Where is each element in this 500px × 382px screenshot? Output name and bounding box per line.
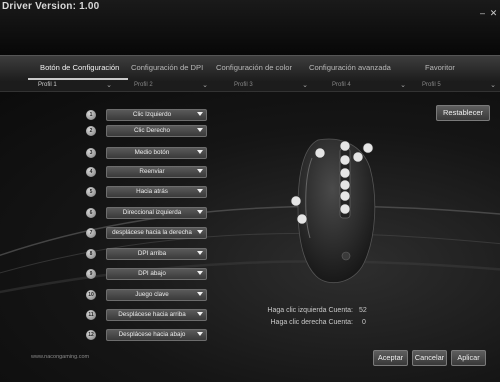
cancel-button[interactable]: Cancelar bbox=[412, 350, 447, 366]
profile-tab-5[interactable]: Profil 5 ⌄ bbox=[408, 82, 496, 91]
apply-button[interactable]: Aplicar bbox=[451, 350, 486, 366]
reset-button[interactable]: Restablecer bbox=[436, 105, 490, 121]
button-10-dropdown[interactable]: Juego clave bbox=[106, 289, 207, 301]
button-number-badge: 5 bbox=[86, 187, 96, 197]
mouse-illustration bbox=[280, 138, 390, 288]
button-9-dropdown[interactable]: DPI abajo bbox=[106, 268, 207, 280]
tab-favorites[interactable]: Favoritor bbox=[425, 63, 455, 72]
profile-tab-4[interactable]: Profil 4 ⌄ bbox=[318, 82, 406, 91]
button-1-dropdown[interactable]: Clic Izquierdo bbox=[106, 109, 207, 121]
tab-dpi-config[interactable]: Configuración de DPI bbox=[131, 63, 203, 72]
profile-label: Profil 1 bbox=[38, 82, 57, 88]
profile-tabs: Profil 1 ⌄ Profil 2 ⌄ Profil 3 ⌄ Profil … bbox=[0, 81, 500, 92]
accept-button[interactable]: Aceptar bbox=[373, 350, 408, 366]
website-link[interactable]: www.nacongaming.com bbox=[31, 354, 89, 360]
button-12-dropdown[interactable]: Desplácese hacia abajo bbox=[106, 329, 207, 341]
button-number-badge: 10 bbox=[86, 290, 96, 300]
button-2-dropdown[interactable]: Clic Derecho bbox=[106, 125, 207, 137]
profile-tab-1[interactable]: Profil 1 ⌄ bbox=[24, 82, 112, 91]
dropdown-value: Clic Izquierdo bbox=[132, 111, 172, 118]
dropdown-value: Clic Derecho bbox=[133, 127, 171, 134]
dropdown-value: DPI arriba bbox=[137, 250, 167, 257]
title-bar: Driver Version: 1.00 – ✕ bbox=[0, 0, 500, 62]
button-6-dropdown[interactable]: Direccional izquierda bbox=[106, 207, 207, 219]
dropdown-arrow-icon bbox=[197, 128, 203, 132]
close-icon[interactable]: ✕ bbox=[489, 9, 498, 18]
button-number-badge: 8 bbox=[86, 249, 96, 259]
main-tabs: Botón de Configuración Configuración de … bbox=[0, 55, 500, 81]
chevron-down-icon: ⌄ bbox=[490, 82, 496, 89]
profile-label: Profil 4 bbox=[332, 82, 351, 88]
dropdown-value: Medio botón bbox=[134, 149, 170, 156]
dropdown-arrow-icon bbox=[197, 292, 203, 296]
dropdown-value: Desplácese hacia arriba bbox=[118, 311, 186, 318]
tab-color-config[interactable]: Configuración de color bbox=[216, 63, 292, 72]
button-number-badge: 4 bbox=[86, 167, 96, 177]
chevron-down-icon: ⌄ bbox=[302, 82, 308, 89]
profile-label: Profil 3 bbox=[234, 82, 253, 88]
content-area bbox=[0, 92, 500, 382]
left-click-count-value: 52 bbox=[359, 307, 367, 314]
dropdown-arrow-icon bbox=[197, 230, 203, 234]
button-number-badge: 12 bbox=[86, 330, 96, 340]
chevron-down-icon: ⌄ bbox=[106, 82, 112, 89]
dropdown-arrow-icon bbox=[197, 312, 203, 316]
button-11-dropdown[interactable]: Desplácese hacia arriba bbox=[106, 309, 207, 321]
dropdown-arrow-icon bbox=[197, 271, 203, 275]
button-number-badge: 6 bbox=[86, 208, 96, 218]
button-number-badge: 11 bbox=[86, 310, 96, 320]
dropdown-arrow-icon bbox=[197, 189, 203, 193]
button-number-badge: 1 bbox=[86, 110, 96, 120]
button-5-dropdown[interactable]: Hacia atrás bbox=[106, 186, 207, 198]
dropdown-arrow-icon bbox=[197, 169, 203, 173]
dropdown-arrow-icon bbox=[197, 332, 203, 336]
button-number-badge: 2 bbox=[86, 126, 96, 136]
dropdown-value: Desplácese hacia abajo bbox=[118, 331, 186, 338]
dropdown-value: desplácese hacia la derecha bbox=[112, 229, 192, 236]
profile-label: Profil 2 bbox=[134, 82, 153, 88]
right-click-count-label: Haga clic derecha Cuenta: bbox=[270, 319, 354, 326]
button-7-dropdown[interactable]: desplácese hacia la derecha bbox=[106, 227, 207, 239]
dropdown-value: Juego clave bbox=[135, 291, 169, 298]
tab-button-config[interactable]: Botón de Configuración bbox=[40, 63, 119, 72]
window-title: Driver Version: 1.00 bbox=[2, 1, 100, 12]
chevron-down-icon: ⌄ bbox=[400, 82, 406, 89]
minimize-icon[interactable]: – bbox=[478, 9, 487, 18]
profile-tab-2[interactable]: Profil 2 ⌄ bbox=[120, 82, 208, 91]
driver-window: Driver Version: 1.00 – ✕ Botón de Config… bbox=[0, 0, 500, 382]
left-click-count-label: Haga clic izquierda Cuenta: bbox=[267, 307, 353, 314]
tab-advanced-config[interactable]: Configuración avanzada bbox=[309, 63, 391, 72]
right-click-count-value: 0 bbox=[362, 319, 366, 326]
profile-tab-3[interactable]: Profil 3 ⌄ bbox=[220, 82, 308, 91]
dropdown-value: DPI abajo bbox=[138, 270, 166, 277]
button-8-dropdown[interactable]: DPI arriba bbox=[106, 248, 207, 260]
button-3-dropdown[interactable]: Medio botón bbox=[106, 147, 207, 159]
dropdown-arrow-icon bbox=[197, 112, 203, 116]
button-number-badge: 9 bbox=[86, 269, 96, 279]
dropdown-arrow-icon bbox=[197, 251, 203, 255]
button-number-badge: 3 bbox=[86, 148, 96, 158]
chevron-down-icon: ⌄ bbox=[202, 82, 208, 89]
dropdown-arrow-icon bbox=[197, 150, 203, 154]
profile-label: Profil 5 bbox=[422, 82, 441, 88]
button-4-dropdown[interactable]: Reenviar bbox=[106, 166, 207, 178]
dropdown-arrow-icon bbox=[197, 210, 203, 214]
dropdown-value: Direccional izquierda bbox=[122, 209, 182, 216]
active-tab-indicator bbox=[28, 78, 128, 80]
button-number-badge: 7 bbox=[86, 228, 96, 238]
mouse-icon bbox=[290, 138, 376, 284]
dropdown-value: Hacia atrás bbox=[136, 188, 168, 195]
dropdown-value: Reenviar bbox=[139, 168, 165, 175]
